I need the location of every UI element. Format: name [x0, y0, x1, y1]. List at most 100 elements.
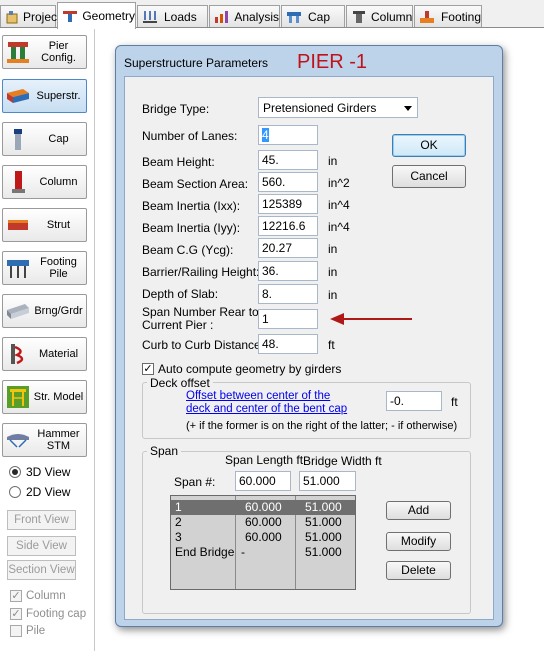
pier-config-button[interactable]: Pier Config.	[2, 35, 87, 69]
geometry-icon	[62, 9, 78, 23]
offset-link-line1: Offset between center of the	[186, 390, 331, 402]
checkbox-checked: ✓	[10, 590, 22, 602]
main-tab-bar: Project Geometry Loads Analysis Cap Colu…	[0, 0, 544, 29]
footing-pile-button[interactable]: Footing Pile	[2, 251, 87, 285]
bearing-girder-button[interactable]: Brng/Grdr	[2, 294, 87, 328]
number-of-lanes-input[interactable]: 4	[258, 125, 318, 145]
unit-label: in^4	[328, 220, 350, 234]
tab-footing[interactable]: Footing	[414, 5, 482, 27]
strut-button[interactable]: Strut	[2, 208, 87, 242]
length-cell: -	[241, 545, 245, 559]
span-row[interactable]: 2 60.000 51.000	[171, 515, 355, 530]
span-length-input[interactable]: 60.000	[235, 471, 291, 491]
column-button[interactable]: Column	[2, 165, 87, 199]
view-3d-radio[interactable]: 3D View	[9, 465, 70, 479]
cap-icon	[5, 126, 31, 152]
cancel-button[interactable]: Cancel	[392, 165, 466, 188]
tab-analysis[interactable]: Analysis	[209, 5, 280, 27]
span-number-label-line2: Current Pier :	[142, 318, 214, 332]
span-row[interactable]: 3 60.000 51.000	[171, 530, 355, 545]
span-number-field-label: Span #:	[174, 475, 216, 489]
footing-icon	[419, 10, 437, 24]
unit-label: in	[328, 154, 338, 168]
material-button[interactable]: Material	[2, 337, 87, 371]
pile-checkbox[interactable]: Pile	[10, 625, 45, 637]
footing-cap-checkbox[interactable]: ✓ Footing cap	[10, 608, 86, 620]
offset-note: (+ if the former is on the right of the …	[186, 420, 458, 432]
tab-label: Loads	[164, 9, 197, 24]
beam-section-area-input[interactable]: 560.	[258, 172, 318, 192]
sidebar-button-label: Footing Pile	[40, 256, 77, 280]
cap-icon	[286, 10, 304, 24]
span-cell: End Bridge	[175, 545, 235, 559]
add-span-button[interactable]: Add	[386, 501, 451, 520]
section-view-button[interactable]: Section View	[7, 560, 76, 580]
sidebar-button-label: Brng/Grdr	[34, 305, 83, 317]
span-length-header: Span Length ft	[225, 453, 304, 467]
offset-help-link[interactable]: Offset between center of the deck and ce…	[186, 390, 347, 416]
analysis-icon	[214, 10, 230, 24]
beam-height-input[interactable]: 45.	[258, 150, 318, 170]
side-view-button[interactable]: Side View	[7, 536, 76, 556]
deck-offset-input[interactable]: -0.	[386, 391, 442, 411]
footing-pile-icon	[5, 255, 31, 281]
superstructure-button[interactable]: Superstr.	[2, 79, 87, 113]
width-cell: 51.000	[305, 515, 342, 529]
barrier-height-input[interactable]: 36.	[258, 261, 318, 281]
bridge-width-input[interactable]: 51.000	[299, 471, 356, 491]
field-label: Depth of Slab:	[142, 287, 219, 301]
field-label: Beam Section Area:	[142, 177, 249, 191]
depth-of-slab-input[interactable]: 8.	[258, 284, 318, 304]
sidebar-button-label: Hammer STM	[37, 428, 80, 452]
curb-distance-input[interactable]: 48.	[258, 334, 318, 354]
checkbox-label: Footing cap	[26, 608, 87, 620]
field-label: Beam Inertia (Ixx):	[142, 199, 241, 213]
beam-inertia-ixx-input[interactable]: 125389	[258, 194, 318, 214]
column-icon	[351, 10, 367, 24]
delete-span-button[interactable]: Delete	[386, 561, 451, 580]
tab-project[interactable]: Project	[0, 5, 60, 27]
tab-label: Project	[23, 9, 61, 24]
deck-offset-title: Deck offset	[147, 376, 213, 390]
tab-label: Footing	[440, 9, 481, 24]
project-icon	[5, 10, 19, 24]
ok-button[interactable]: OK	[392, 134, 466, 157]
radio-indicator	[9, 466, 21, 478]
checkbox-label: Pile	[26, 625, 46, 637]
sidebar-button-label: Material	[38, 348, 79, 360]
cap-button[interactable]: Cap	[2, 122, 87, 156]
width-cell: 51.000	[305, 500, 342, 514]
structure-model-icon	[5, 384, 31, 410]
tab-label: Analysis	[234, 9, 279, 24]
structure-model-button[interactable]: Str. Model	[2, 380, 87, 414]
modify-span-button[interactable]: Modify	[386, 532, 451, 551]
span-row[interactable]: 1 60.000 51.000	[171, 500, 355, 515]
auto-compute-checkbox[interactable]: ✓ Auto compute geometry by girders	[142, 362, 341, 376]
unit-label: ft	[328, 338, 335, 352]
hammer-stm-button[interactable]: Hammer STM	[2, 423, 87, 457]
length-cell: 60.000	[245, 515, 282, 529]
bridge-type-dropdown[interactable]: Pretensioned Girders	[258, 97, 418, 118]
view-2d-radio[interactable]: 2D View	[9, 485, 70, 499]
bridge-type-value: Pretensioned Girders	[263, 101, 377, 115]
field-label: Barrier/Railing Height:	[142, 265, 260, 279]
bridge-type-label: Bridge Type:	[142, 102, 210, 116]
span-list[interactable]: 1 60.000 51.000 2 60.000 51.000 3 60.000…	[170, 495, 356, 590]
offset-link-line2: deck and center of the bent cap	[186, 403, 348, 415]
tab-cap[interactable]: Cap	[281, 5, 345, 27]
bearing-girder-icon	[5, 298, 31, 324]
unit-label: in	[328, 265, 338, 279]
beam-cg-input[interactable]: 20.27	[258, 238, 318, 258]
tab-loads[interactable]: Loads	[137, 5, 208, 27]
column-checkbox[interactable]: ✓ Column	[10, 590, 66, 602]
tab-column[interactable]: Column	[346, 5, 413, 27]
beam-inertia-iyy-input[interactable]: 12216.6	[258, 216, 318, 236]
superstructure-parameters-dialog: Superstructure Parameters PIER -1 Bridge…	[115, 45, 503, 627]
span-number-label: Span Number Rear to Current Pier :	[142, 306, 259, 332]
span-number-input[interactable]: 1	[258, 309, 318, 329]
span-row[interactable]: End Bridge - 51.000	[171, 545, 355, 560]
tab-geometry[interactable]: Geometry	[57, 2, 136, 29]
sidebar-button-label: Pier Config.	[41, 40, 76, 64]
front-view-button[interactable]: Front View	[7, 510, 76, 530]
span-cell: 2	[175, 515, 182, 529]
